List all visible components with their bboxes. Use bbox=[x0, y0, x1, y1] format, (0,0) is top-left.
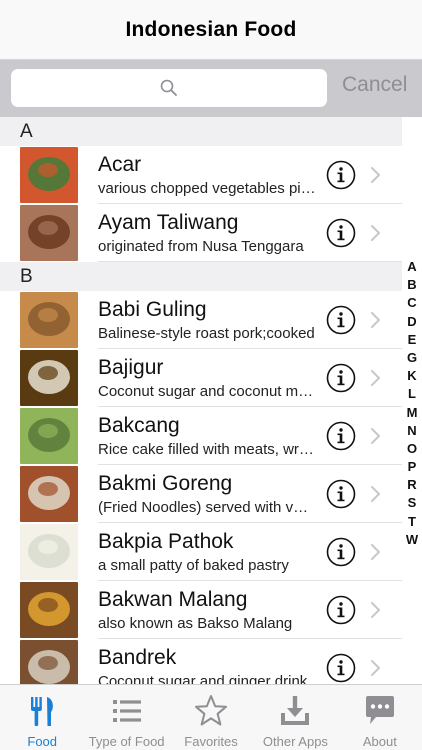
index-letter-b[interactable]: B bbox=[402, 276, 422, 294]
tab-favorites[interactable]: Favorites bbox=[169, 685, 253, 750]
food-description: a small patty of baked pastry bbox=[98, 557, 289, 574]
index-letter-n[interactable]: N bbox=[402, 422, 422, 440]
index-letter-o[interactable]: O bbox=[402, 440, 422, 458]
chevron-right-icon bbox=[371, 486, 380, 502]
food-thumbnail bbox=[20, 350, 78, 406]
chevron-right-icon bbox=[371, 225, 380, 241]
navigation-bar: Indonesian Food bbox=[0, 0, 422, 60]
food-thumbnail bbox=[20, 640, 78, 684]
star-icon bbox=[195, 695, 228, 726]
food-row[interactable]: Babi Guling Balinese-style roast pork;coo… bbox=[0, 291, 402, 349]
tab-about[interactable]: About bbox=[338, 685, 422, 750]
search-field-container[interactable] bbox=[11, 69, 327, 107]
chat-bubble-icon bbox=[365, 696, 394, 724]
page-title: Indonesian Food bbox=[125, 17, 297, 41]
index-letter-r[interactable]: R bbox=[402, 476, 422, 494]
food-name: Babi Guling bbox=[98, 298, 207, 321]
food-thumbnail bbox=[20, 408, 78, 464]
index-letter-l[interactable]: L bbox=[402, 385, 422, 403]
food-name: Bandrek bbox=[98, 646, 177, 669]
food-name: Bajigur bbox=[98, 356, 164, 379]
food-row[interactable]: Bakmi Goreng (Fried Noodles) served with … bbox=[0, 465, 402, 523]
chevron-right-icon bbox=[371, 660, 380, 676]
index-letter-m[interactable]: M bbox=[402, 404, 422, 422]
food-row[interactable]: Bakwan Malang also known as Bakso Malang bbox=[0, 581, 402, 639]
food-list[interactable]: A Acar various chopped vegetables pickled … bbox=[0, 117, 402, 684]
food-thumbnail bbox=[20, 582, 78, 638]
food-description: Balinese-style roast pork;cooked bbox=[98, 325, 315, 342]
tab-label: About bbox=[362, 734, 397, 749]
section-index-bar[interactable]: ABCDEGKLMNOPRSTW bbox=[402, 258, 422, 549]
food-row[interactable]: Bakpia Pathok a small patty of baked past… bbox=[0, 523, 402, 581]
food-row[interactable]: Acar various chopped vegetables pickled i… bbox=[0, 146, 402, 204]
index-letter-t[interactable]: T bbox=[402, 513, 422, 531]
search-input[interactable] bbox=[11, 69, 327, 107]
index-letter-p[interactable]: P bbox=[402, 458, 422, 476]
info-icon[interactable] bbox=[326, 537, 356, 567]
tab-food[interactable]: Food bbox=[0, 685, 84, 750]
food-name: Bakcang bbox=[98, 414, 180, 437]
food-description: Coconut sugar and ginger drink bbox=[98, 673, 308, 684]
info-icon[interactable] bbox=[326, 305, 356, 335]
info-icon[interactable] bbox=[326, 363, 356, 393]
index-letter-k[interactable]: K bbox=[402, 367, 422, 385]
food-description: also known as Bakso Malang bbox=[98, 615, 293, 632]
chevron-right-icon bbox=[371, 544, 380, 560]
info-icon[interactable] bbox=[326, 479, 356, 509]
food-name: Bakwan Malang bbox=[98, 588, 248, 611]
food-thumbnail bbox=[20, 292, 78, 348]
tab-label: Other Apps bbox=[262, 734, 328, 749]
tab-label: Food bbox=[27, 734, 58, 749]
food-description: (Fried Noodles) served with vegetables bbox=[98, 499, 316, 516]
index-letter-d[interactable]: D bbox=[402, 313, 422, 331]
food-description: originated from Nusa Tenggara bbox=[98, 238, 304, 255]
index-letter-e[interactable]: E bbox=[402, 331, 422, 349]
index-letter-s[interactable]: S bbox=[402, 494, 422, 512]
fork-knife-icon bbox=[31, 697, 54, 726]
food-description: various chopped vegetables pickled in vi… bbox=[98, 180, 316, 197]
section-header: A bbox=[0, 117, 402, 146]
search-bar: Cancel bbox=[0, 60, 422, 117]
food-thumbnail bbox=[20, 524, 78, 580]
food-name: Bakpia Pathok bbox=[98, 530, 234, 553]
info-icon[interactable] bbox=[326, 218, 356, 248]
food-row[interactable]: Bajigur Coconut sugar and coconut milk dr… bbox=[0, 349, 402, 407]
chevron-right-icon bbox=[371, 602, 380, 618]
food-row[interactable]: Bandrek Coconut sugar and ginger drink bbox=[0, 639, 402, 684]
chevron-right-icon bbox=[371, 370, 380, 386]
index-letter-c[interactable]: C bbox=[402, 294, 422, 312]
tab-bar: Food Type of Food Favorites Other Apps About bbox=[0, 684, 422, 750]
food-row[interactable]: Ayam Taliwang originated from Nusa Tengga… bbox=[0, 204, 402, 262]
food-name: Ayam Taliwang bbox=[98, 211, 239, 234]
index-letter-g[interactable]: G bbox=[402, 349, 422, 367]
food-row[interactable]: Bakcang Rice cake filled with meats, wrap… bbox=[0, 407, 402, 465]
info-icon[interactable] bbox=[326, 595, 356, 625]
list-icon bbox=[112, 700, 141, 722]
food-thumbnail bbox=[20, 147, 78, 203]
tab-other-apps[interactable]: Other Apps bbox=[253, 685, 337, 750]
section-header: B bbox=[0, 262, 402, 291]
chevron-right-icon bbox=[371, 312, 380, 328]
food-name: Acar bbox=[98, 153, 142, 176]
info-icon[interactable] bbox=[326, 653, 356, 683]
index-letter-w[interactable]: W bbox=[402, 531, 422, 549]
food-name: Bakmi Goreng bbox=[98, 472, 233, 495]
chevron-right-icon bbox=[371, 167, 380, 183]
info-icon[interactable] bbox=[326, 160, 356, 190]
cancel-button[interactable]: Cancel bbox=[342, 73, 407, 97]
chevron-right-icon bbox=[371, 428, 380, 444]
info-icon[interactable] bbox=[326, 421, 356, 451]
food-thumbnail bbox=[20, 466, 78, 522]
food-description: Rice cake filled with meats, wrapped bbox=[98, 441, 316, 458]
food-thumbnail bbox=[20, 205, 78, 261]
index-letter-a[interactable]: A bbox=[402, 258, 422, 276]
tab-type-of-food[interactable]: Type of Food bbox=[84, 685, 168, 750]
tab-label: Favorites bbox=[184, 734, 238, 749]
tab-label: Type of Food bbox=[88, 734, 165, 749]
download-icon bbox=[281, 696, 310, 725]
food-description: Coconut sugar and coconut milk drink bbox=[98, 383, 316, 400]
